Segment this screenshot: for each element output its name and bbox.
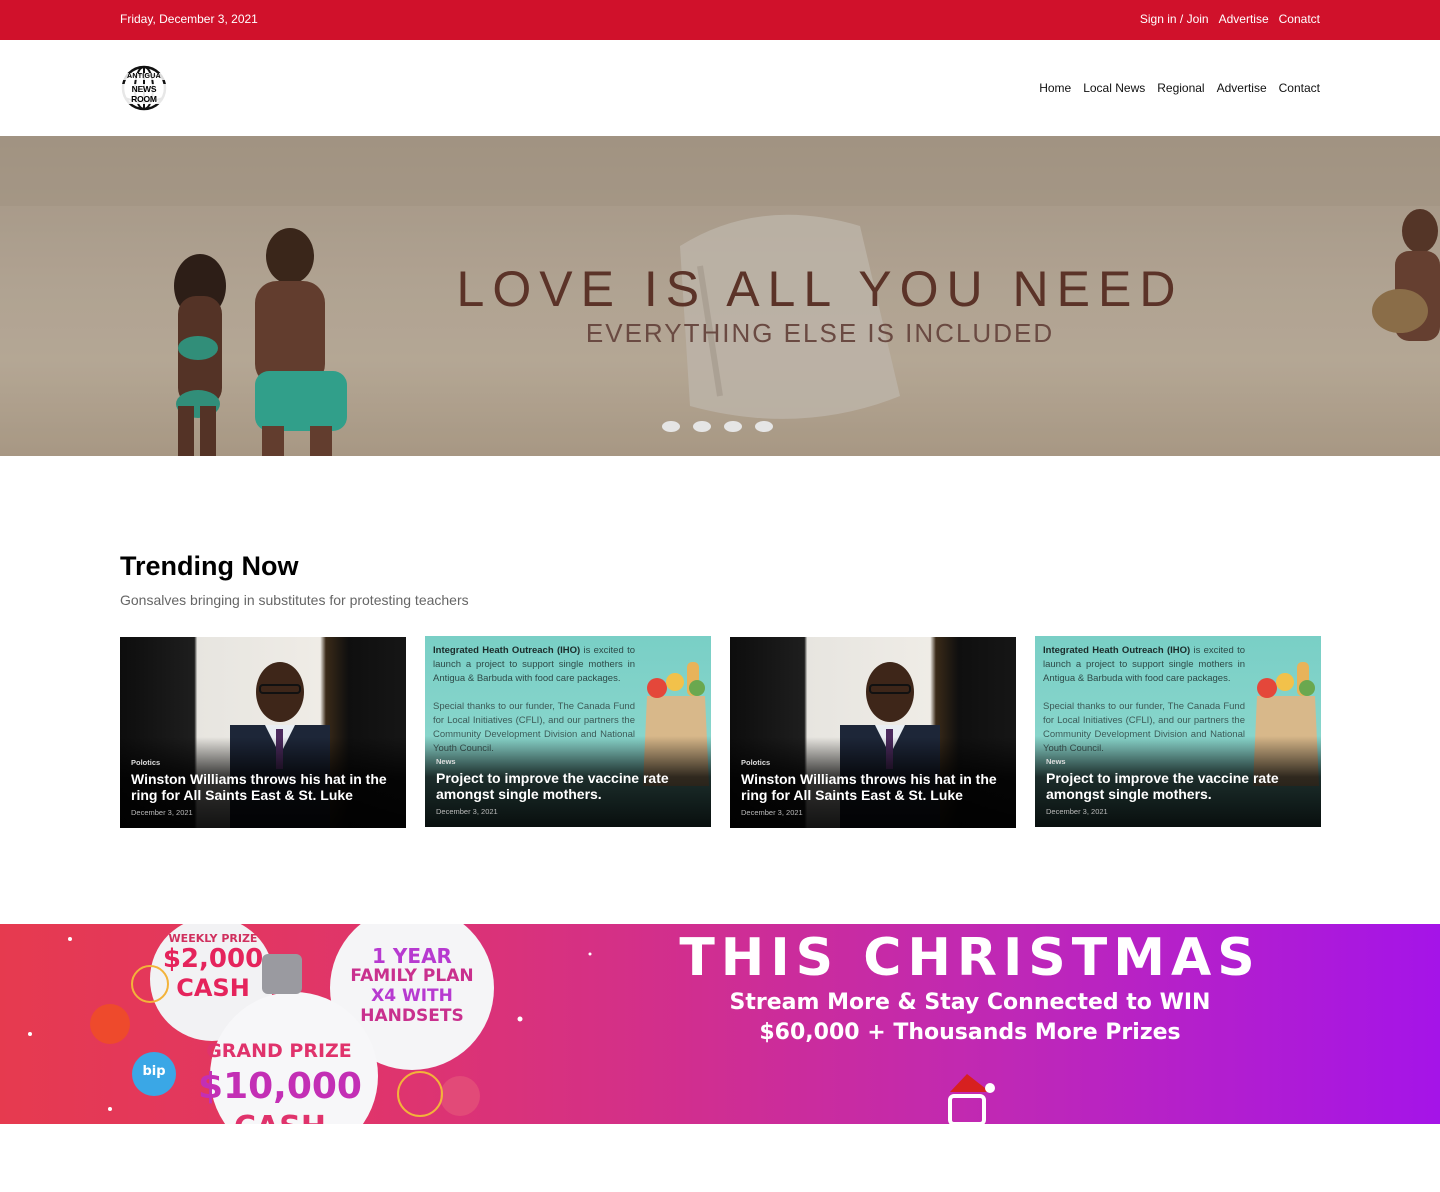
grand-prize-amount: $10,000 xyxy=(198,1066,362,1107)
card-category[interactable]: Polotics xyxy=(741,758,770,767)
hero-subtitle: EVERYTHING ELSE IS INCLUDED xyxy=(585,318,1055,348)
card-headline[interactable]: Project to improve the vaccine rate amon… xyxy=(436,770,698,802)
section-subtitle[interactable]: Gonsalves bringing in substitutes for pr… xyxy=(120,592,469,608)
card-category[interactable]: News xyxy=(1046,757,1066,766)
nav-contact[interactable]: Contact xyxy=(1279,81,1320,95)
card-headline[interactable]: Project to improve the vaccine rate amon… xyxy=(1046,770,1308,802)
card-headline[interactable]: Winston Williams throws his hat in the r… xyxy=(131,771,393,803)
news-card[interactable]: Integrated Heath Outreach (IHO) is excit… xyxy=(425,636,711,827)
slide-dot-3[interactable] xyxy=(724,421,742,432)
signin-link[interactable]: Sign in / Join xyxy=(1140,12,1209,26)
hero-title: LOVE IS ALL YOU NEED xyxy=(456,261,1184,317)
top-contact-link[interactable]: Conatct xyxy=(1279,12,1320,26)
top-links: Sign in / Join Advertise Conatct xyxy=(1140,12,1320,26)
news-card[interactable]: Integrated Heath Outreach (IHO) is excit… xyxy=(1035,636,1321,827)
card-category[interactable]: News xyxy=(436,757,456,766)
main-nav: Home Local News Regional Advertise Conta… xyxy=(1039,81,1320,95)
logo-text-top: ANTIGUA xyxy=(120,73,168,80)
news-card[interactable]: Polotics Winston Williams throws his hat… xyxy=(730,637,1016,828)
nav-home[interactable]: Home xyxy=(1039,81,1071,95)
promo-banner[interactable]: WEEKLY PRIZE $2,000 CASH 1 YEAR FAMILY P… xyxy=(0,924,1440,1124)
card-date: December 3, 2021 xyxy=(741,808,803,817)
family-plan-line-1: 1 YEAR xyxy=(372,944,452,968)
card-headline[interactable]: Winston Williams throws his hat in the r… xyxy=(741,771,1003,803)
news-card[interactable]: Polotics Winston Williams throws his hat… xyxy=(120,637,406,828)
slide-dot-2[interactable] xyxy=(693,421,711,432)
site-header: ANTIGUA NEWS ROOM Home Local News Region… xyxy=(0,40,1440,136)
weekly-prize-unit: CASH xyxy=(176,974,250,1002)
card-date: December 3, 2021 xyxy=(436,807,498,816)
promo-title: THIS CHRISTMAS xyxy=(679,928,1261,988)
site-logo[interactable]: ANTIGUA NEWS ROOM xyxy=(120,65,168,111)
bip-badge-icon: bip xyxy=(142,1064,166,1079)
logo-text-bottom: NEWS ROOM xyxy=(120,84,168,104)
weekly-prize-amount: $2,000 xyxy=(162,944,264,974)
card-date: December 3, 2021 xyxy=(131,808,193,817)
nav-advertise[interactable]: Advertise xyxy=(1217,81,1267,95)
promo-line-2: $60,000 + Thousands More Prizes xyxy=(759,1020,1181,1045)
nav-local-news[interactable]: Local News xyxy=(1083,81,1145,95)
card-category[interactable]: Polotics xyxy=(131,758,160,767)
nav-regional[interactable]: Regional xyxy=(1157,81,1204,95)
hero-slider[interactable]: LOVE IS ALL YOU NEED EVERYTHING ELSE IS … xyxy=(0,136,1440,456)
section-title: Trending Now xyxy=(120,551,299,581)
card-date: December 3, 2021 xyxy=(1046,807,1108,816)
current-date: Friday, December 3, 2021 xyxy=(120,12,258,26)
family-plan-line-4: HANDSETS xyxy=(360,1006,464,1026)
grand-prize-label: GRAND PRIZE xyxy=(206,1040,352,1062)
grand-prize-unit: CASH xyxy=(198,1110,362,1124)
slide-dot-1[interactable] xyxy=(662,421,680,432)
slider-dots xyxy=(662,421,773,432)
family-plan-line-3: X4 WITH xyxy=(371,986,453,1006)
promo-line-1: Stream More & Stay Connected to WIN xyxy=(729,990,1211,1015)
slide-dot-4[interactable] xyxy=(755,421,773,432)
family-plan-line-2: FAMILY PLAN xyxy=(350,966,474,986)
top-advertise-link[interactable]: Advertise xyxy=(1219,12,1269,26)
top-bar: Friday, December 3, 2021 Sign in / Join … xyxy=(0,0,1440,40)
